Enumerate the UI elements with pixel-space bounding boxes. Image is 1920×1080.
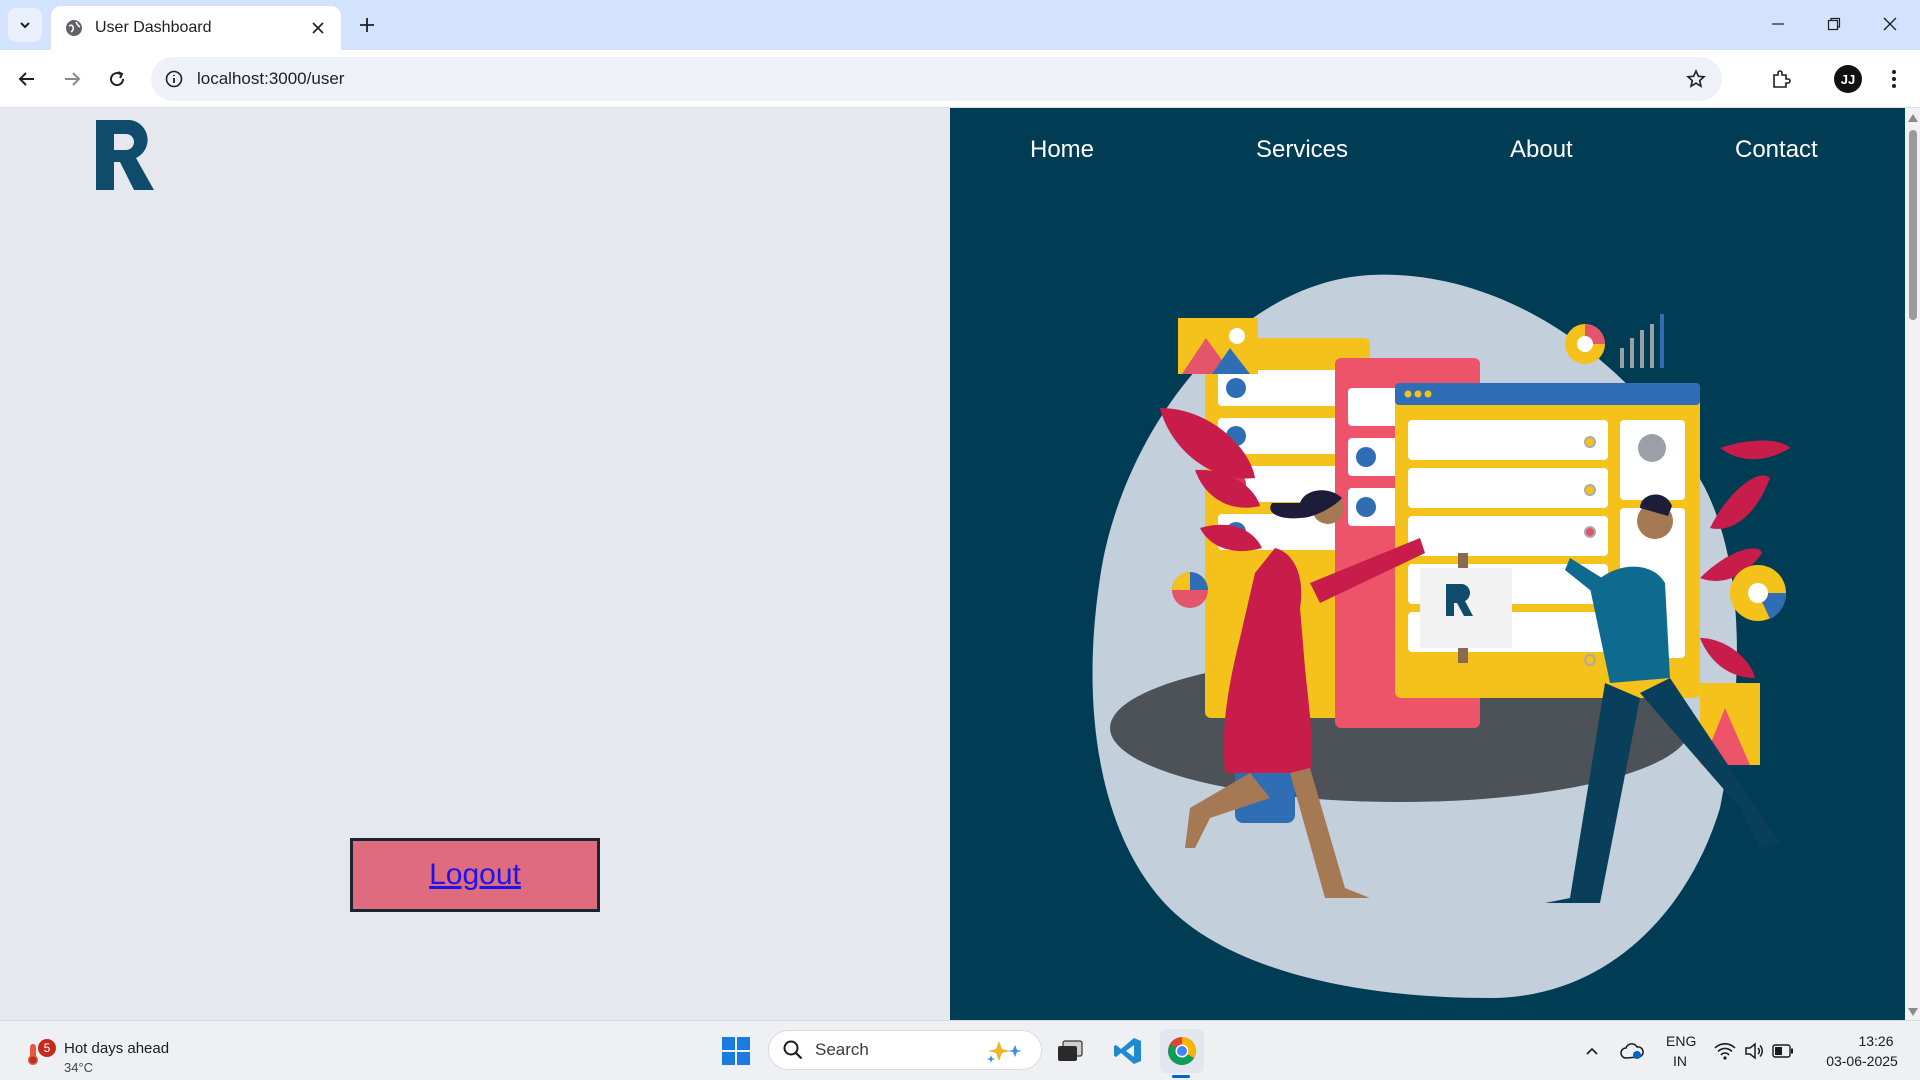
close-window-button[interactable] [1862,4,1918,44]
star-icon [1686,69,1706,88]
tab-user-dashboard[interactable]: User Dashboard [51,6,341,50]
minimize-button[interactable] [1750,4,1806,44]
close-tab-button[interactable] [307,17,329,39]
scroll-up-arrow[interactable] [1907,112,1918,123]
cloud-icon [1620,1043,1644,1059]
reload-icon [110,71,125,87]
url-text[interactable]: localhost:3000/user [197,69,344,89]
address-bar[interactable]: localhost:3000/user [151,57,1722,101]
extensions-button[interactable] [1763,61,1799,97]
site-info-icon[interactable] [165,70,183,88]
clock-time[interactable]: 13:26 [1840,1033,1912,1049]
show-hidden-icons-button[interactable] [1570,1029,1614,1073]
minimize-icon [1772,23,1784,25]
browser-tab-bar: User Dashboard [0,0,1920,50]
task-view-button[interactable] [1048,1029,1092,1073]
windows-logo-icon [722,1037,750,1065]
windows-taskbar: 5 Hot days ahead 34°C Search ENG IN 13:2… [0,1020,1920,1080]
weather-badge: 5 [38,1039,56,1057]
scroll-thumb[interactable] [1909,130,1917,320]
weather-title: Hot days ahead [64,1040,170,1057]
search-label: Search [815,1040,869,1059]
browser-toolbar: localhost:3000/user JJ [0,50,1920,108]
language-indicator-top[interactable]: ENG [1666,1033,1696,1049]
right-panel: Home Services About Contact [950,108,1905,1020]
close-icon [1883,17,1897,31]
onedrive-button[interactable] [1610,1029,1654,1073]
reload-button[interactable] [99,61,135,97]
language-indicator-bottom[interactable]: IN [1673,1053,1687,1069]
more-vertical-icon [1892,70,1896,88]
page-scrollbar[interactable] [1905,108,1920,1020]
brand-logo[interactable] [94,118,156,192]
battery-icon [1772,1044,1793,1058]
quick-settings-button[interactable] [1706,1029,1802,1073]
bookmark-star-button[interactable] [1684,67,1708,91]
restore-button[interactable] [1806,4,1862,44]
forward-button[interactable] [54,61,90,97]
left-panel: Logout [0,108,950,1020]
vscode-taskbar-button[interactable] [1106,1029,1150,1073]
weather-temperature: 34°C [64,1060,94,1075]
search-icon [783,1040,803,1060]
scroll-down-arrow[interactable] [1907,1006,1918,1017]
clock-date[interactable]: 03-06-2025 [1812,1053,1912,1069]
task-view-icon [1058,1040,1083,1061]
vscode-icon [1114,1038,1141,1064]
volume-icon [1745,1042,1763,1060]
logout-button[interactable]: Logout [350,838,600,912]
restore-icon [1827,17,1841,31]
start-button[interactable] [714,1029,758,1073]
logout-link[interactable]: Logout [429,858,521,892]
chevron-down-icon [20,22,30,29]
page-viewport: Logout Home Services About Contact [0,108,1905,1020]
wifi-icon [1714,1043,1736,1060]
triangle-up-icon [1907,113,1918,122]
chrome-taskbar-button[interactable] [1160,1029,1204,1073]
chevron-up-icon [1586,1047,1598,1055]
close-icon [312,22,324,34]
browser-menu-button[interactable] [1876,61,1912,97]
tab-title: User Dashboard [95,19,212,36]
triangle-down-icon [1907,1007,1918,1016]
plus-icon [360,18,374,32]
taskbar-search[interactable]: Search [768,1030,1042,1070]
hero-illustration [1092,274,1790,998]
arrow-right-icon [65,72,81,86]
puzzle-icon [1773,70,1791,88]
active-app-indicator [1172,1075,1190,1078]
weather-widget[interactable]: 5 Hot days ahead 34°C [22,1030,202,1075]
copilot-sparkle-icon [987,1041,1022,1063]
back-button[interactable] [9,61,45,97]
profile-avatar[interactable]: JJ [1834,65,1862,93]
chrome-icon [1168,1037,1196,1065]
globe-icon [66,20,82,36]
arrow-left-icon [18,72,34,86]
new-tab-button[interactable] [352,10,382,40]
tab-search-button[interactable] [8,8,42,42]
